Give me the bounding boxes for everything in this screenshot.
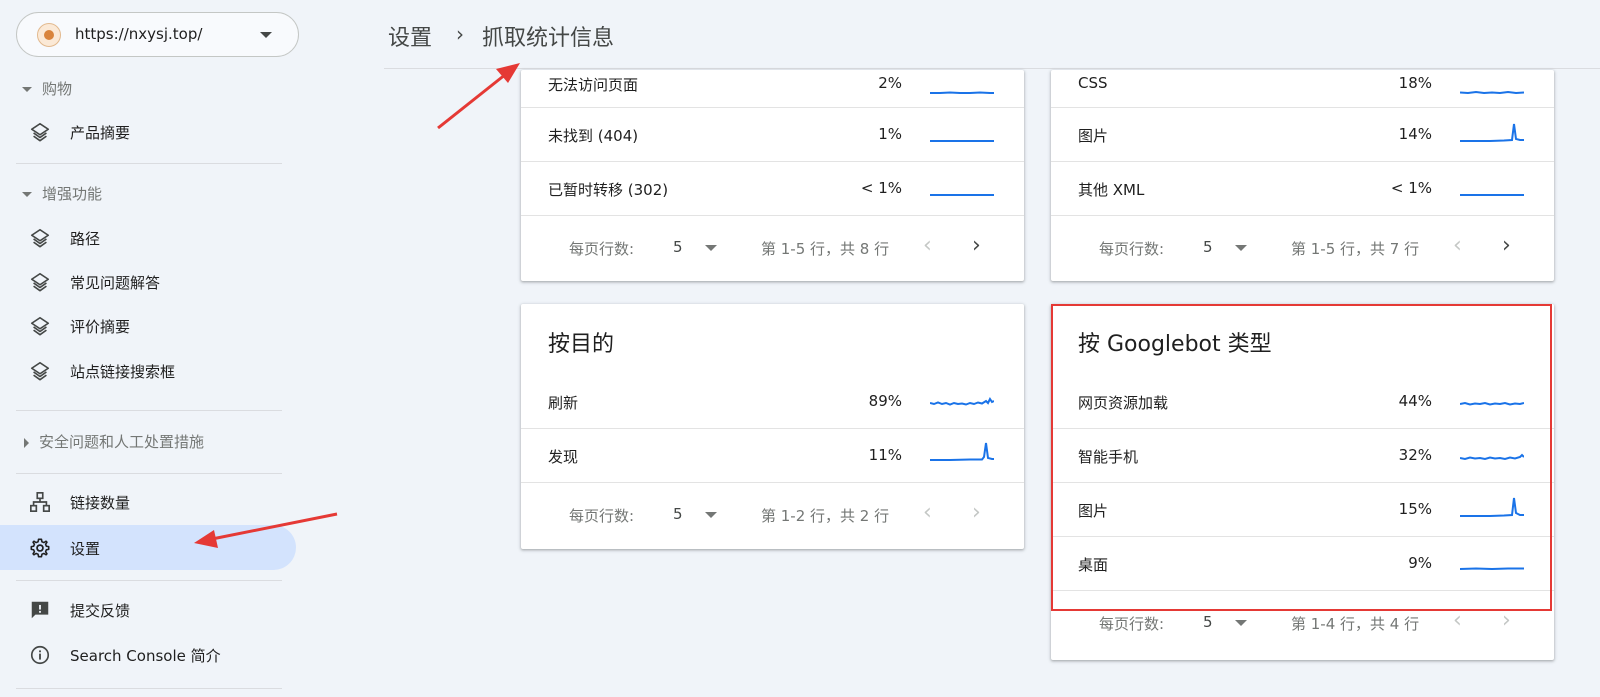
- annotation-arrows: [194, 63, 520, 548]
- annotation-arrow-settings: [194, 512, 338, 548]
- annotation-arrow-title: [437, 63, 520, 130]
